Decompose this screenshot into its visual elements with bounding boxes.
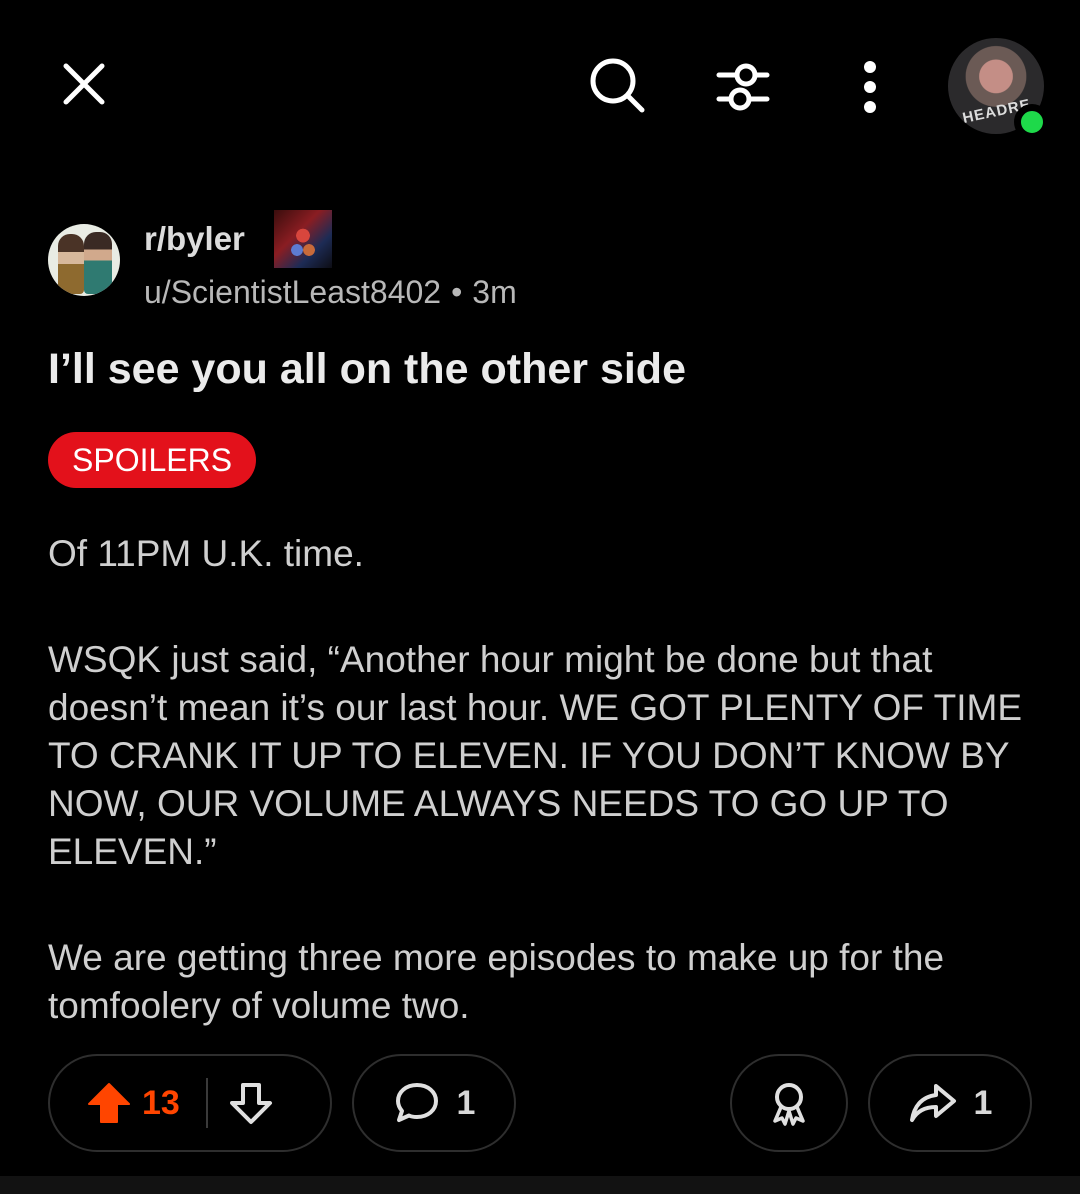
post-time: 3m [472, 274, 517, 310]
more-vertical-icon [864, 61, 876, 113]
comment-icon [395, 1083, 438, 1122]
author-name[interactable]: u/ScientistLeast8402 [144, 274, 441, 310]
subreddit-banner-icon [274, 210, 332, 268]
author-line: u/ScientistLeast8402 • 3m [144, 274, 517, 311]
top-toolbar: HEADRE [0, 0, 1080, 175]
separator: • [451, 274, 463, 310]
avatar-figure [58, 234, 84, 294]
post-body-paragraph: WSQK just said, “Another hour might be d… [48, 639, 1023, 872]
close-icon [63, 63, 105, 105]
upvote-count: 13 [142, 1083, 180, 1122]
spoiler-flair[interactable]: SPOILERS [48, 432, 257, 488]
share-icon [909, 1084, 956, 1122]
post-body-paragraph: Of 11PM U.K. time. [48, 533, 364, 574]
downvote-icon [229, 1083, 272, 1124]
more-options-button[interactable] [840, 52, 900, 122]
filter-icon [716, 63, 770, 111]
vote-divider [205, 1078, 208, 1128]
vote-control: 13 [48, 1054, 332, 1152]
subreddit-avatar[interactable] [48, 224, 120, 296]
award-button[interactable] [730, 1054, 848, 1152]
post-meta: r/byler u/ScientistLeast8402 • 3m [48, 210, 1048, 320]
award-icon [773, 1083, 805, 1126]
post-body-paragraph: We are getting three more episodes to ma… [48, 937, 945, 1026]
search-button[interactable] [582, 50, 652, 120]
avatar-figure [84, 232, 112, 294]
filter-button[interactable] [708, 52, 778, 122]
online-status-indicator [1014, 104, 1050, 140]
post-title: I’ll see you all on the other side [48, 345, 686, 393]
downvote-button[interactable] [228, 1080, 274, 1126]
upvote-filled-icon [88, 1083, 130, 1123]
comment-count: 1 [456, 1083, 476, 1122]
share-button[interactable]: 1 [868, 1054, 1032, 1152]
search-icon [590, 58, 645, 113]
share-count: 1 [973, 1083, 993, 1122]
close-button[interactable] [50, 50, 118, 118]
subreddit-name[interactable]: r/byler [144, 220, 245, 258]
upvote-button[interactable] [86, 1080, 132, 1126]
comments-button[interactable]: 1 [352, 1054, 516, 1152]
next-post-edge [0, 1176, 1080, 1194]
post-actions-bar: 13 1 1 [0, 1054, 1080, 1154]
